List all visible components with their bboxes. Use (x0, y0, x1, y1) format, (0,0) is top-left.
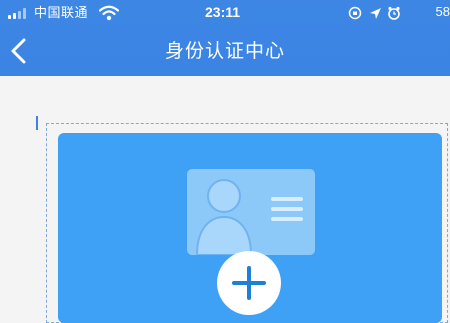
alarm-icon (388, 6, 400, 20)
rotation-lock-icon (348, 6, 362, 20)
status-time: 23:11 (205, 4, 241, 20)
status-icons (348, 6, 400, 20)
nav-bar: 身份认证中心 (0, 26, 450, 76)
wifi-icon (99, 5, 119, 21)
battery-level: 58 (435, 4, 450, 19)
carrier-name: 中国联通 (34, 5, 89, 20)
id-card-icon (187, 169, 315, 255)
plus-icon (232, 266, 266, 300)
content (0, 76, 450, 323)
location-icon (370, 8, 381, 19)
page-title: 身份认证中心 (164, 41, 285, 62)
text-cursor (36, 116, 38, 130)
signal-icon (8, 8, 28, 19)
status-bar: 中国联通 23:11 58 (0, 0, 450, 26)
add-photo-button[interactable] (217, 251, 281, 315)
header: 中国联通 23:11 58 身份认证中心 (0, 0, 450, 76)
